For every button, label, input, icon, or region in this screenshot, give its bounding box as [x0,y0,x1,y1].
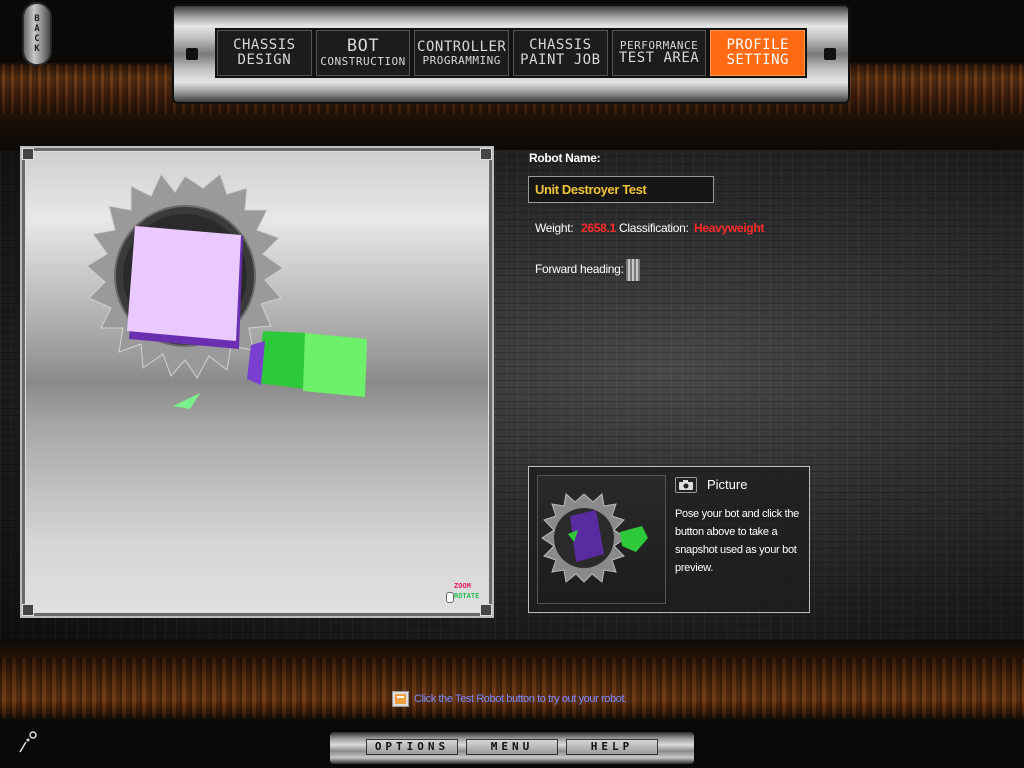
tab-chassis-design[interactable]: Chassis Design [217,30,312,76]
back-button[interactable]: BACK [22,2,52,66]
gear-icon[interactable] [16,728,40,756]
frame-bolt [824,48,836,60]
picture-description: Pose your bot and click the button above… [675,508,799,574]
tab-bot-construction[interactable]: Bot Construction [315,30,411,76]
thumbnail-robot [541,493,648,583]
robot-name-input[interactable]: Unit Destroyer Test [528,176,714,203]
back-button-label: BACK [32,14,42,54]
frame-bolt [186,48,198,60]
status-hint: Click the Test Robot button to try out y… [392,690,627,708]
help-button[interactable]: HELP [566,739,658,755]
weight-label: Weight: [535,221,574,235]
picture-title: Picture [707,477,748,492]
picture-panel: Picture Pose your bot and click the butt… [528,466,810,613]
camera-icon [679,480,693,490]
robot-model[interactable] [25,151,495,619]
zoom-rotate-legend: ZOOM ROTATE [446,582,490,606]
forward-heading-slider[interactable] [625,258,641,282]
robot-block-right [303,333,367,397]
tab-profile-setting[interactable]: Profile Setting [710,30,806,76]
robot-preview-viewport[interactable]: ZOOM ROTATE [22,148,492,616]
hint-text: Click the Test Robot button to try out y… [414,693,627,705]
options-button[interactable]: OPTIONS [366,739,458,755]
classification-label: Classification: [619,221,689,235]
forward-heading-label: Forward heading: [535,262,624,276]
mouse-icon [446,592,454,603]
tab-controller-programming[interactable]: Controller Programming [414,30,510,76]
robot-body-top [127,226,241,341]
menu-button[interactable]: MENU [466,739,558,755]
tab-performance-test-area[interactable]: Performance Test Area [611,30,707,76]
take-picture-button[interactable] [675,477,697,493]
rotate-label: ROTATE [454,592,480,600]
classification-value: Heavyweight [694,221,765,235]
main-nav: Chassis Design Bot Construction Controll… [215,28,807,78]
robot-wedge [173,393,200,409]
bot-preview-thumbnail [537,475,666,604]
info-icon [392,691,409,707]
robot-name-label: Robot Name: [529,151,601,165]
tab-chassis-paint-job[interactable]: Chassis Paint Job [513,30,608,76]
zoom-label: ZOOM [454,582,471,590]
weight-value: 2658.1 [581,221,616,235]
robot-block-left [257,331,307,389]
